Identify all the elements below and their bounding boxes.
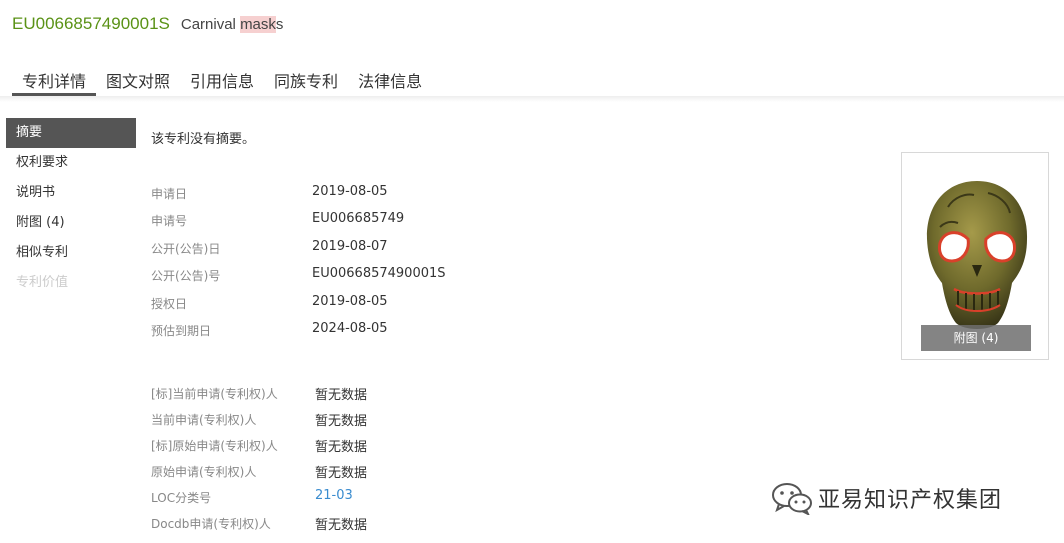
sidebar-item-abstract[interactable]: 摘要 (6, 118, 136, 148)
skull-mask-image (926, 181, 1028, 329)
title-highlight: mask (240, 16, 276, 33)
patent-title: Carnival masks (180, 16, 284, 33)
sidebar-item-similar-patents[interactable]: 相似专利 (6, 238, 136, 268)
field-value: EU006685749 (312, 211, 405, 227)
field-label: [标]当前申请(专利权)人 (151, 387, 278, 401)
field-label: 申请日 (151, 187, 188, 201)
title-suffix: s (275, 16, 284, 33)
wechat-icon (772, 483, 812, 515)
field-value: 暂无数据 (315, 388, 368, 403)
field-value: 2019-08-05 (312, 184, 388, 199)
abstract-text: 该专利没有摘要。 (151, 132, 256, 147)
sidebar-item-description[interactable]: 说明书 (6, 178, 136, 208)
loc-class-link[interactable]: 21-03 (315, 488, 353, 503)
tab-text-image-compare[interactable]: 图文对照 (96, 66, 180, 94)
field-label: 原始申请(专利权)人 (151, 465, 257, 479)
field-label: 公开(公告)号 (151, 269, 221, 284)
field-label: LOC分类号 (151, 491, 212, 505)
title-prefix: Carnival (180, 16, 241, 33)
publication-number: EU0066857490001S (12, 14, 170, 33)
sidebar-item-patent-value: 专利价值 (16, 275, 69, 290)
field-value: 暂无数据 (315, 440, 368, 455)
tab-patent-details[interactable]: 专利详情 (12, 66, 97, 96)
tab-legal-info[interactable]: 法律信息 (348, 66, 432, 94)
field-label: 当前申请(专利权)人 (151, 413, 257, 427)
sidebar-item-claims[interactable]: 权利要求 (6, 148, 136, 178)
sidebar-item-drawings[interactable]: 附图 (4) (6, 208, 136, 238)
watermark-text: 亚易知识产权集团 (818, 488, 1003, 513)
field-label: 预估到期日 (151, 323, 212, 338)
field-label: Docdb申请(专利权)人 (151, 517, 271, 531)
detail-tabs: 专利详情 图文对照 引用信息 同族专利 法律信息 (12, 66, 432, 96)
tab-citations[interactable]: 引用信息 (180, 66, 264, 94)
field-value: 暂无数据 (315, 414, 368, 429)
tab-divider (0, 96, 1064, 102)
drawing-thumbnail[interactable]: 附图 (4) (901, 152, 1049, 360)
field-value: 2019-08-07 (312, 238, 388, 254)
field-value: EU0066857490001S (312, 266, 446, 282)
field-value: 2024-08-05 (312, 320, 388, 336)
tab-family-patents[interactable]: 同族专利 (264, 66, 348, 94)
field-label: 公开(公告)日 (151, 241, 221, 256)
field-label: 授权日 (151, 296, 188, 311)
section-sidebar: 摘要 权利要求 说明书 附图 (4) 相似专利 专利价值 (6, 118, 136, 298)
field-value: 暂无数据 (315, 466, 368, 481)
drawing-count-caption[interactable]: 附图 (4) (921, 325, 1031, 351)
patent-title-bar: EU0066857490001S Carnival masks (12, 14, 283, 38)
watermark: 亚易知识产权集团 (770, 480, 1002, 516)
field-label: 申请号 (151, 214, 188, 229)
field-value: 2019-08-05 (312, 293, 388, 309)
field-value: 暂无数据 (315, 518, 368, 533)
field-label: [标]原始申请(专利权)人 (151, 439, 278, 453)
